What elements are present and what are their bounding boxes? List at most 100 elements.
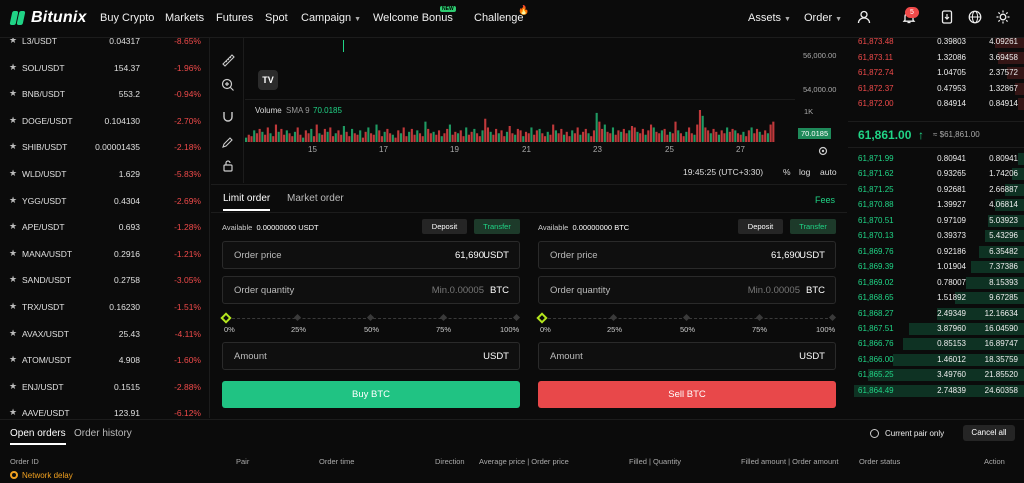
watchlist-row[interactable]: ★ MANA/USDT 0.2916 -1.21% (0, 248, 209, 262)
order-quantity-field[interactable]: Order quantity Min.0.00005 BTC (222, 276, 520, 304)
amount-field[interactable]: Amount USDT (222, 342, 520, 370)
star-icon[interactable]: ★ (9, 381, 17, 392)
nav-markets[interactable]: Markets (165, 12, 204, 24)
tab-open-orders[interactable]: Open orders (10, 428, 66, 445)
auto-scale-toggle[interactable]: auto (820, 167, 837, 177)
watchlist-pair: BNB/USDT (22, 89, 65, 100)
bid-row[interactable]: 61,871.62 0.93265 1.74206 (848, 167, 1024, 181)
bid-row[interactable]: 61,868.65 1.51892 9.67285 (848, 291, 1024, 305)
slider-handle[interactable] (220, 312, 232, 324)
watchlist-row[interactable]: ★ APE/USDT 0.693 -1.28% (0, 221, 209, 235)
amount-field[interactable]: Amount USDT (538, 342, 836, 370)
deposit-button[interactable]: Deposit (738, 219, 783, 234)
bid-row[interactable]: 61,870.13 0.39373 5.43296 (848, 229, 1024, 243)
download-app-icon[interactable] (940, 10, 954, 24)
ask-row[interactable]: 61,872.00 0.84914 0.84914 (848, 97, 1024, 110)
watchlist-row[interactable]: ★ YGG/USDT 0.4304 -2.69% (0, 195, 209, 209)
watchlist-row[interactable]: ★ SOL/USDT 154.37 -1.96% (0, 62, 209, 76)
cancel-all-button[interactable]: Cancel all (963, 425, 1015, 441)
current-pair-radio[interactable] (870, 429, 879, 438)
nav-campaign[interactable]: Campaign ▼ (301, 12, 361, 24)
tab-limit-order[interactable]: Limit order (223, 193, 271, 211)
order-price-field[interactable]: Order price 61,690 USDT (538, 241, 836, 269)
settings-gear-icon[interactable] (817, 145, 829, 157)
ask-row[interactable]: 61,872.74 1.04705 2.37572 (848, 66, 1024, 79)
order-price-field[interactable]: Order price 61,690 USDT (222, 241, 520, 269)
buy-btc-button[interactable]: Buy BTC (222, 381, 520, 408)
ask-row[interactable]: 61,872.37 0.47953 1.32867 (848, 82, 1024, 95)
star-icon[interactable]: ★ (9, 301, 17, 312)
watchlist-row[interactable]: ★ SHIB/USDT 0.00001435 -2.18% (0, 141, 209, 155)
star-icon[interactable]: ★ (9, 328, 17, 339)
bitunix-logo[interactable]: Bitunix (9, 9, 87, 27)
star-icon[interactable]: ★ (9, 88, 17, 99)
bid-row[interactable]: 61,869.02 0.78007 8.15393 (848, 276, 1024, 289)
globe-icon[interactable] (968, 10, 982, 24)
star-icon[interactable]: ★ (9, 248, 17, 259)
nav-welcome-bonus[interactable]: Welcome Bonus (373, 12, 453, 24)
watchlist-row[interactable]: ★ BNB/USDT 553.2 -0.94% (0, 88, 209, 102)
nav-order[interactable]: Order ▼ (804, 12, 842, 24)
bid-row[interactable]: 61,871.25 0.92681 2.66887 (848, 183, 1024, 196)
fees-link[interactable]: Fees (815, 195, 835, 205)
user-icon[interactable] (857, 10, 871, 24)
bid-row[interactable]: 61,870.51 0.97109 5.03923 (848, 214, 1024, 227)
book-price: 61,872.37 (858, 83, 894, 93)
ruler-icon[interactable] (221, 53, 235, 67)
bid-row[interactable]: 61,868.27 2.49349 12.16634 (848, 307, 1024, 320)
nav-buy-crypto[interactable]: Buy Crypto (100, 12, 154, 24)
sun-theme-icon[interactable] (996, 10, 1010, 24)
bid-row[interactable]: 61,866.76 0.85153 16.89747 (848, 337, 1024, 351)
order-quantity-field[interactable]: Order quantity Min.0.00005 BTC (538, 276, 836, 304)
ask-row[interactable]: 61,873.11 1.32086 3.69458 (848, 51, 1024, 64)
star-icon[interactable]: ★ (9, 115, 17, 126)
slider-handle[interactable] (536, 312, 548, 324)
star-icon[interactable]: ★ (9, 407, 17, 418)
pencil-lock-icon[interactable] (221, 135, 235, 149)
watchlist-row[interactable]: ★ TRX/USDT 0.16230 -1.51% (0, 301, 209, 315)
bid-row[interactable]: 61,869.76 0.92186 6.35482 (848, 245, 1024, 258)
star-icon[interactable]: ★ (9, 221, 17, 232)
bid-row[interactable]: 61,865.25 3.49760 21.85520 (848, 368, 1024, 382)
star-icon[interactable]: ★ (9, 141, 17, 152)
ask-row[interactable]: 61,873.48 0.39803 4.09261 (848, 38, 1024, 48)
watchlist-row[interactable]: ★ SAND/USDT 0.2758 -3.05% (0, 274, 209, 288)
watchlist-row[interactable]: ★ AAVE/USDT 123.91 -6.12% (0, 407, 209, 418)
transfer-button[interactable]: Transfer (474, 219, 520, 234)
nav-challenge[interactable]: Challenge (474, 12, 524, 24)
log-scale-toggle[interactable]: log (799, 167, 810, 177)
bid-row[interactable]: 61,864.49 2.74839 24.60358 (848, 384, 1024, 397)
watchlist-row[interactable]: ★ AVAX/USDT 25.43 -4.11% (0, 328, 209, 342)
nav-futures[interactable]: Futures (216, 12, 253, 24)
price-chart[interactable]: TV 56,000.00 54,000.00 Volume SMA 9 70.0… (245, 38, 846, 183)
bid-row[interactable]: 61,871.99 0.80941 0.80941 (848, 152, 1024, 165)
star-icon[interactable]: ★ (9, 195, 17, 206)
watchlist-row[interactable]: ★ L3/USDT 0.04317 -8.65% (0, 38, 209, 49)
watchlist-row[interactable]: ★ WLD/USDT 1.629 -5.83% (0, 168, 209, 182)
star-icon[interactable]: ★ (9, 38, 17, 46)
tab-market-order[interactable]: Market order (287, 193, 344, 204)
bid-row[interactable]: 61,867.51 3.87960 16.04590 (848, 322, 1024, 335)
watchlist-row[interactable]: ★ ATOM/USDT 4.908 -1.60% (0, 354, 209, 368)
lock-icon[interactable] (221, 159, 235, 173)
watchlist-row[interactable]: ★ ENJ/USDT 0.1515 -2.88% (0, 381, 209, 395)
bid-row[interactable]: 61,869.39 1.01904 7.37386 (848, 260, 1024, 274)
star-icon[interactable]: ★ (9, 354, 17, 365)
sell-btc-button[interactable]: Sell BTC (538, 381, 836, 408)
star-icon[interactable]: ★ (9, 62, 17, 73)
star-icon[interactable]: ★ (9, 168, 17, 179)
star-icon[interactable]: ★ (9, 274, 17, 285)
percentage-slider[interactable]: 0% 25% 50% 75% 100% (536, 312, 837, 335)
zoom-in-icon[interactable] (221, 78, 235, 92)
watchlist-row[interactable]: ★ DOGE/USDT 0.104130 -2.70% (0, 115, 209, 129)
nav-spot[interactable]: Spot (265, 12, 288, 24)
magnet-icon[interactable] (221, 110, 235, 124)
tab-order-history[interactable]: Order history (74, 428, 132, 439)
bid-row[interactable]: 61,870.88 1.39927 4.06814 (848, 198, 1024, 212)
deposit-button[interactable]: Deposit (422, 219, 467, 234)
percent-scale-toggle[interactable]: % (783, 167, 791, 177)
bid-row[interactable]: 61,866.00 1.46012 18.35759 (848, 353, 1024, 366)
percentage-slider[interactable]: 0% 25% 50% 75% 100% (220, 312, 521, 335)
transfer-button[interactable]: Transfer (790, 219, 836, 234)
nav-assets[interactable]: Assets ▼ (748, 12, 791, 24)
